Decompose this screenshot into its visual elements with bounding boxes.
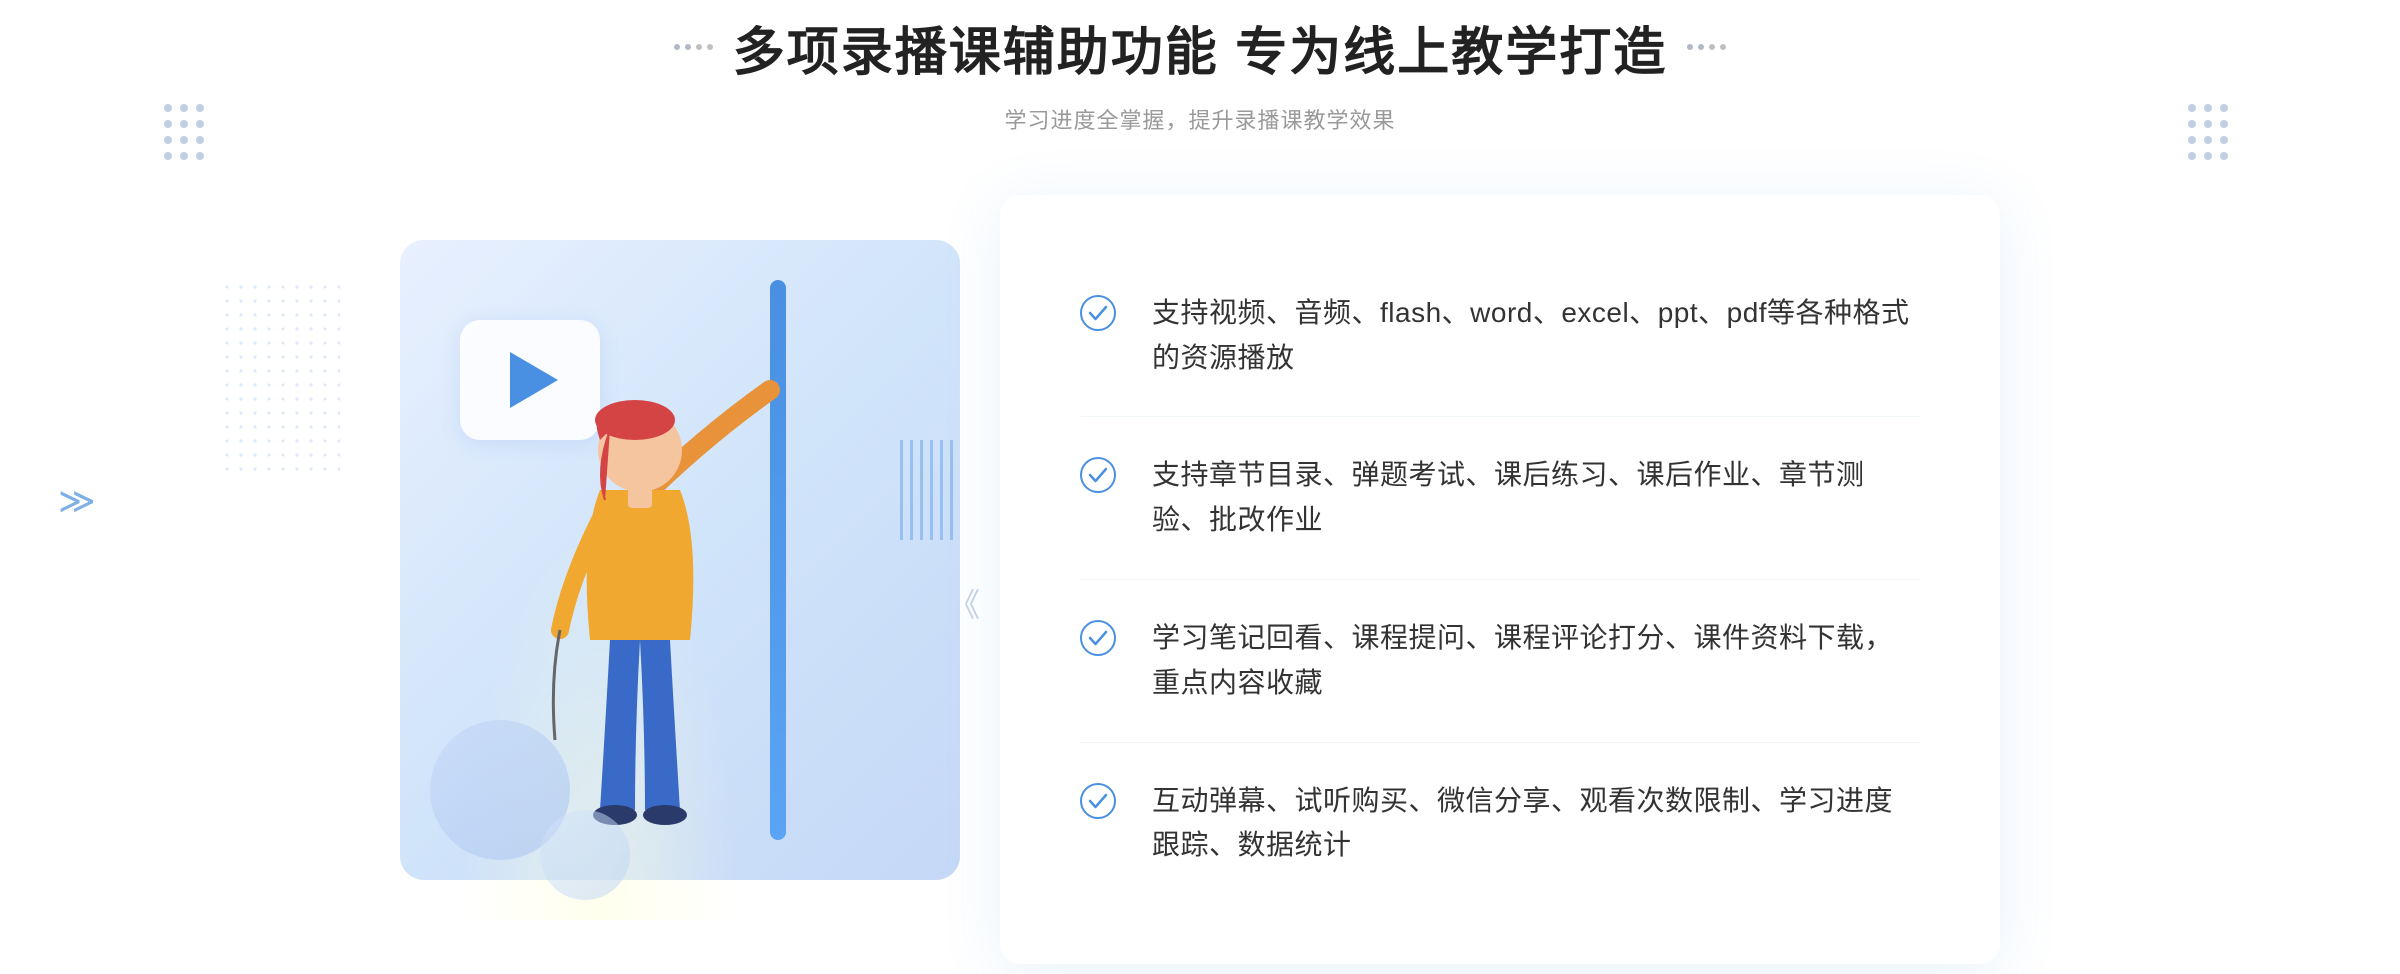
feature-item-2: 支持章节目录、弹题考试、课后练习、课后作业、章节测验、批改作业 [1080, 417, 1920, 580]
title-dots-right [1687, 44, 1726, 50]
arrow-left-decoration: ≫ [58, 480, 96, 522]
title-dots-left [674, 44, 713, 50]
feature-item-3: 学习笔记回看、课程提问、课程评论打分、课件资料下载，重点内容收藏 [1080, 580, 1920, 743]
check-icon-2 [1080, 457, 1116, 493]
page-subtitle: 学习进度全掌握，提升录播课教学效果 [674, 103, 1726, 135]
feature-item-4: 互动弹幕、试听购买、微信分享、观看次数限制、学习进度跟踪、数据统计 [1080, 743, 1920, 905]
chevrons-decoration: 《 [948, 580, 980, 626]
page-title: 多项录播课辅助功能 专为线上教学打造 [733, 10, 1667, 85]
stripe-decoration [900, 440, 960, 540]
feature-item-1: 支持视频、音频、flash、word、excel、ppt、pdf等各种格式的资源… [1080, 255, 1920, 418]
header-dots-right [2184, 100, 2240, 164]
check-icon-1 [1080, 295, 1116, 331]
feature-text-1: 支持视频、音频、flash、word、excel、ppt、pdf等各种格式的资源… [1152, 291, 1920, 381]
deco-circle-medium [540, 810, 630, 900]
feature-text-3: 学习笔记回看、课程提问、课程评论打分、课件资料下载，重点内容收藏 [1152, 616, 1920, 706]
feature-text-2: 支持章节目录、弹题考试、课后练习、课后作业、章节测验、批改作业 [1152, 453, 1920, 543]
feature-text-4: 互动弹幕、试听购买、微信分享、观看次数限制、学习进度跟踪、数据统计 [1152, 779, 1920, 869]
main-content: 《 [400, 195, 2000, 964]
page-header: 多项录播课辅助功能 专为线上教学打造 学习进度全掌握，提升录播课教学效果 [674, 10, 1726, 135]
dot-pattern-left [220, 280, 340, 480]
check-icon-4 [1080, 783, 1116, 819]
header-dots-left [160, 100, 216, 164]
title-wrap: 多项录播课辅助功能 专为线上教学打造 [674, 10, 1726, 85]
illustration-area: 《 [400, 240, 1040, 920]
features-card: 支持视频、音频、flash、word、excel、ppt、pdf等各种格式的资源… [1000, 195, 2000, 964]
check-icon-3 [1080, 620, 1116, 656]
